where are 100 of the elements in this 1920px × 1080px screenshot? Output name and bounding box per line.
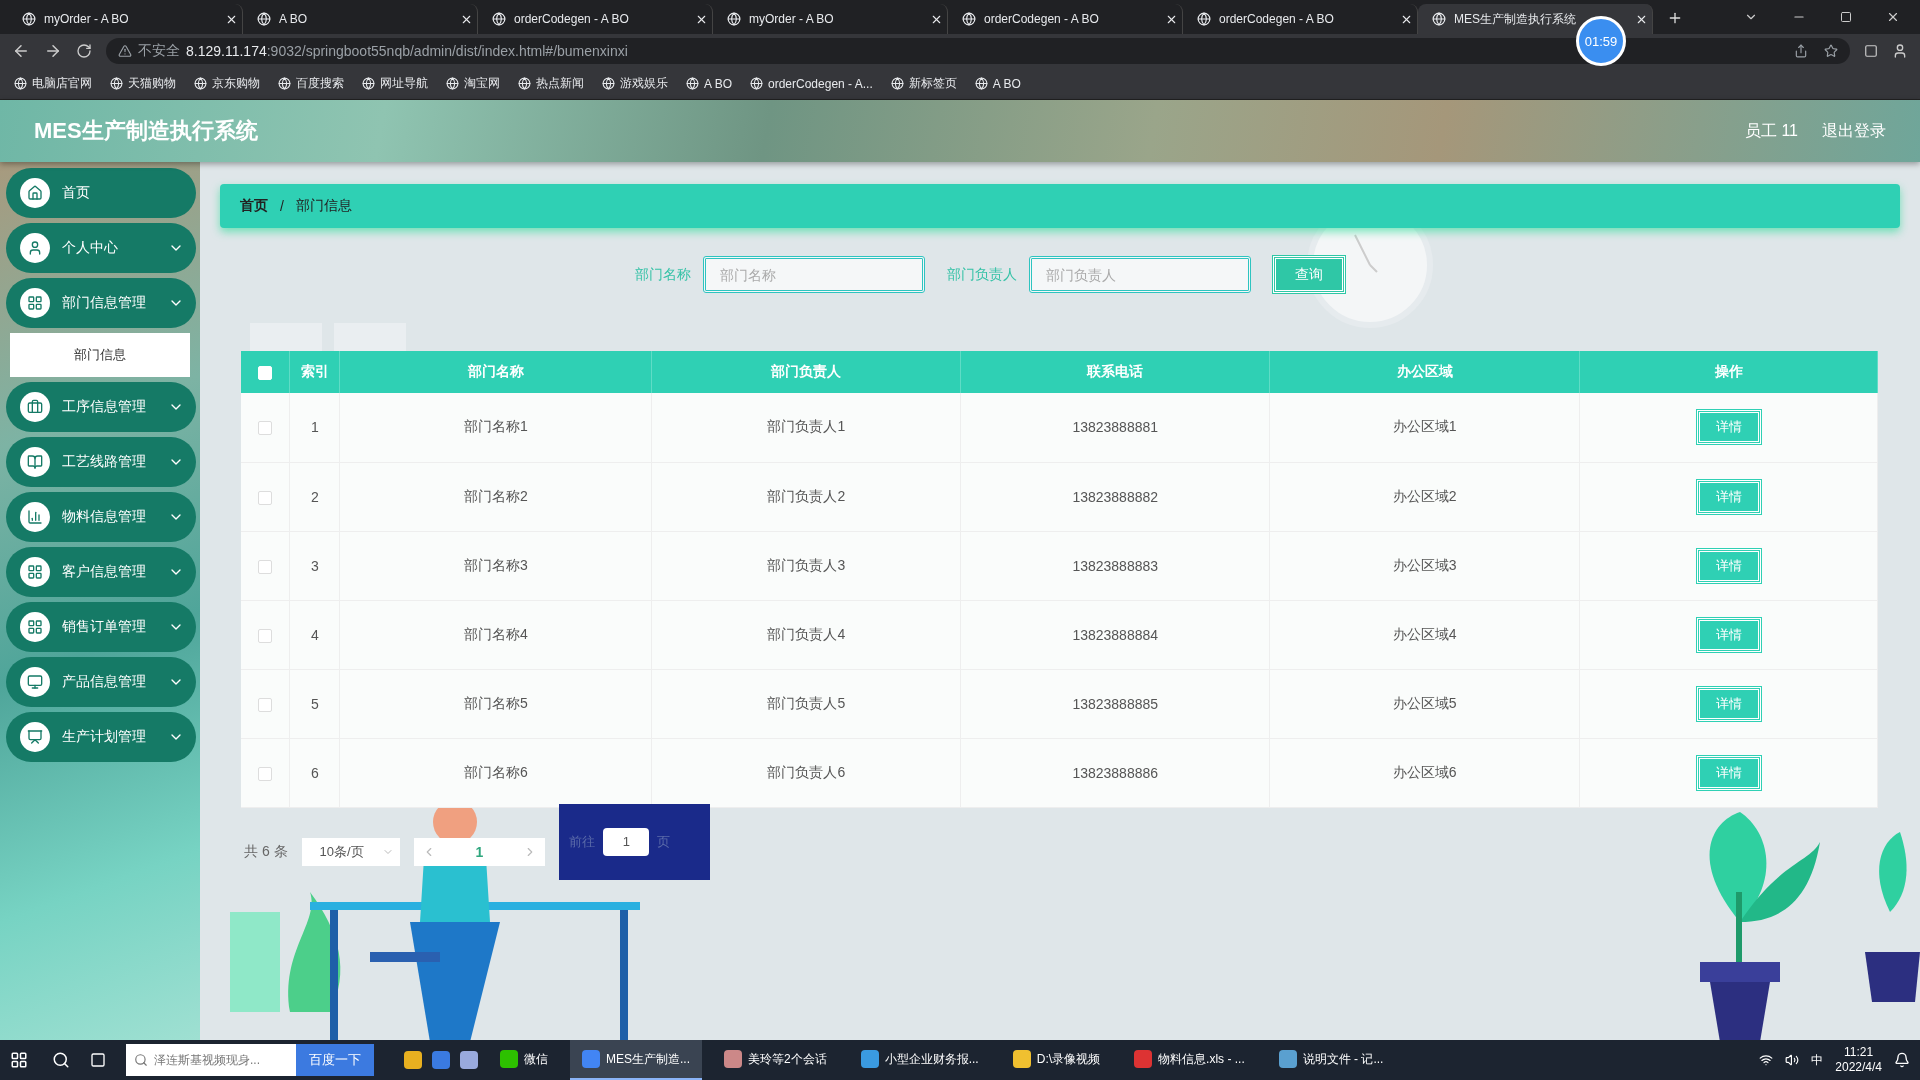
- bookmark[interactable]: A BO: [686, 76, 732, 91]
- taskbar-search-field[interactable]: 泽连斯基视频现身...: [126, 1044, 296, 1076]
- baidu-search-button[interactable]: 百度一下: [296, 1044, 374, 1076]
- notification-icon[interactable]: [1894, 1052, 1910, 1068]
- bookmark[interactable]: orderCodegen - A...: [750, 76, 873, 91]
- back-icon[interactable]: [12, 42, 30, 60]
- network-icon[interactable]: [1759, 1053, 1774, 1067]
- breadcrumb-item[interactable]: 首页: [240, 197, 268, 215]
- column-header: 办公区域: [1269, 351, 1580, 393]
- app-icon[interactable]: [432, 1051, 450, 1069]
- table-cell: 部门负责人5: [651, 669, 961, 738]
- sidebar-item[interactable]: 产品信息管理: [6, 657, 196, 707]
- sidebar-item[interactable]: 工艺线路管理: [6, 437, 196, 487]
- table-cell: 部门负责人4: [651, 600, 961, 669]
- table-cell: 部门负责人1: [651, 393, 961, 462]
- user-name: 员工 11: [1744, 120, 1798, 141]
- row-checkbox[interactable]: [258, 697, 273, 712]
- bookmark[interactable]: 天猫购物: [110, 75, 176, 92]
- taskbar-app[interactable]: D:\录像视频: [1000, 1040, 1113, 1080]
- table-cell: 13823888881: [960, 393, 1270, 462]
- start-icon[interactable]: [10, 1051, 28, 1069]
- taskbar-app[interactable]: 小型企业财务报...: [848, 1040, 991, 1080]
- bookmark[interactable]: 热点新闻: [518, 75, 584, 92]
- row-checkbox[interactable]: [258, 559, 273, 574]
- column-header: 部门负责人: [651, 351, 961, 393]
- column-header: 部门名称: [339, 351, 652, 393]
- table-cell: 4: [290, 600, 340, 669]
- grid-icon: [20, 557, 50, 587]
- sidebar-item[interactable]: 个人中心: [6, 223, 196, 273]
- app-icon: [582, 1050, 600, 1068]
- taskbar-app[interactable]: 物料信息.xls - ...: [1122, 1040, 1257, 1080]
- grid-icon: [20, 288, 50, 318]
- taskbar-app[interactable]: MES生产制造...: [570, 1040, 702, 1080]
- forward-icon[interactable]: [44, 42, 62, 60]
- taskbar-app[interactable]: 说明文件 - 记...: [1266, 1040, 1396, 1080]
- bookmark[interactable]: 新标签页: [890, 75, 957, 92]
- share-icon[interactable]: [1794, 44, 1808, 58]
- search-field[interactable]: 部门负责人: [1029, 256, 1251, 293]
- sidebar-icon[interactable]: [1864, 44, 1878, 58]
- column-header: 索引: [290, 351, 340, 393]
- book-icon: [20, 447, 50, 477]
- reload-icon[interactable]: [76, 43, 92, 59]
- bookmark[interactable]: 游戏娱乐: [602, 75, 668, 92]
- table-cell: 13823888884: [960, 600, 1270, 669]
- restore-icon[interactable]: [1840, 11, 1852, 23]
- table-cell: 办公区域6: [1269, 738, 1580, 807]
- sidebar-item[interactable]: 首页: [6, 168, 196, 218]
- taskbar-clock[interactable]: 11:21 2022/4/4: [1835, 1045, 1882, 1075]
- table-cell: 办公区域2: [1269, 462, 1580, 531]
- bookmark[interactable]: A BO: [974, 76, 1021, 91]
- volume-icon[interactable]: [1785, 1053, 1800, 1067]
- table-cell: 办公区域5: [1269, 669, 1580, 738]
- taskbar-app[interactable]: 美玲等2个会话: [712, 1040, 839, 1080]
- star-icon[interactable]: [1824, 44, 1838, 58]
- search-field[interactable]: 部门名称: [703, 256, 925, 293]
- row-checkbox[interactable]: [258, 766, 273, 781]
- table-cell: 1: [290, 393, 340, 462]
- profile-icon[interactable]: [1892, 43, 1908, 59]
- bookmark[interactable]: 京东购物: [194, 75, 260, 92]
- table-cell: 3: [290, 531, 340, 600]
- sidebar-item[interactable]: 生产计划管理: [6, 712, 196, 762]
- ime-indicator[interactable]: 中: [1811, 1051, 1824, 1069]
- app-icon: [860, 1050, 879, 1068]
- row-checkbox[interactable]: [258, 490, 273, 505]
- sidebar-item[interactable]: 物料信息管理: [6, 492, 196, 542]
- table-cell: 5: [290, 669, 340, 738]
- goto-page-field[interactable]: 1: [603, 827, 650, 856]
- bookmark[interactable]: 网址导航: [362, 75, 428, 92]
- task-view-icon[interactable]: [90, 1052, 106, 1068]
- row-checkbox[interactable]: [258, 421, 273, 436]
- new-tab-icon[interactable]: [1667, 10, 1683, 26]
- sidebar-item[interactable]: 客户信息管理: [6, 547, 196, 597]
- row-checkbox[interactable]: [258, 628, 273, 643]
- globe-icon: [278, 77, 291, 90]
- globe-icon: [194, 77, 207, 90]
- sidebar-item[interactable]: 工序信息管理: [6, 382, 196, 432]
- globe-icon: [518, 77, 531, 90]
- sidebar-item[interactable]: 部门信息管理: [6, 278, 196, 328]
- table-cell: 办公区域1: [1269, 393, 1580, 462]
- app-icon[interactable]: [460, 1051, 478, 1069]
- user-icon: [20, 233, 50, 263]
- table-cell: 13823888882: [960, 462, 1270, 531]
- sidebar-item[interactable]: 销售订单管理: [6, 602, 196, 652]
- app-icon[interactable]: [404, 1051, 422, 1069]
- bookmark[interactable]: 电脑店官网: [14, 75, 92, 92]
- close-icon[interactable]: [1886, 10, 1900, 24]
- bookmark[interactable]: 淘宝网: [446, 75, 500, 92]
- page-size-select[interactable]: 10条/页: [301, 837, 400, 866]
- app-icon: [1134, 1050, 1153, 1068]
- table-cell: 13823888885: [960, 669, 1270, 738]
- globe-icon: [14, 77, 27, 90]
- breadcrumb-item: 部门信息: [295, 197, 352, 215]
- submenu-item[interactable]: 部门信息: [10, 333, 190, 377]
- select-all-checkbox[interactable]: [258, 366, 273, 381]
- search-icon[interactable]: [52, 1051, 70, 1069]
- bookmark[interactable]: 百度搜索: [278, 75, 344, 92]
- taskbar-app[interactable]: 微信: [488, 1040, 560, 1080]
- globe-icon: [602, 77, 615, 90]
- board-icon: [20, 722, 50, 752]
- browser-tab[interactable]: MES生产制造执行系统: [1418, 4, 1653, 34]
